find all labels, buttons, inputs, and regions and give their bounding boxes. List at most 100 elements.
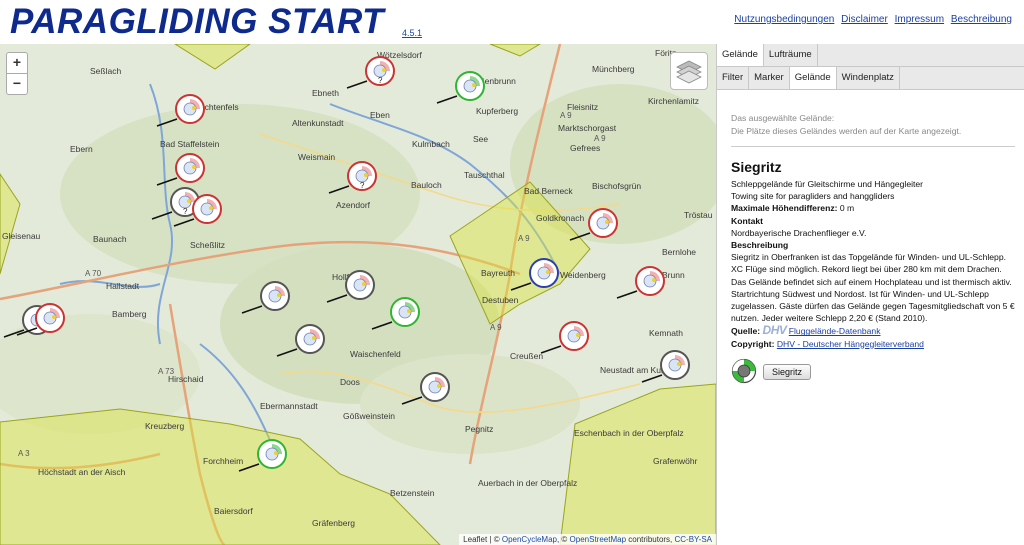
site-marker[interactable] [540, 321, 589, 354]
place-label: Bauloch [411, 180, 442, 190]
selection-hint: Das ausgewählte Gelände: Die Plätze dies… [731, 112, 1015, 138]
source-label: Quelle: [731, 326, 761, 337]
contact-label: Kontakt [731, 215, 763, 226]
place-label: See [473, 134, 488, 144]
place-label: Doos [340, 377, 360, 387]
sub-tabs: Filter Marker Gelände Windenplatz [717, 67, 1024, 90]
marker-dot [192, 106, 196, 110]
marker-dot [546, 270, 550, 274]
marker-dot [277, 293, 281, 297]
place-label: Creußen [510, 351, 543, 361]
place-label: Auerbach in der Oberpfalz [478, 478, 577, 488]
marker-dot [605, 220, 609, 224]
place-label: Ebern [70, 144, 93, 154]
marker-symbol: ? [183, 207, 188, 216]
site-details: Das ausgewählte Gelände: Die Plätze dies… [731, 112, 1015, 384]
marker-dot [362, 282, 366, 286]
height-row: Maximale Höhendifferenz: 0 m [731, 202, 1015, 214]
wind-line [641, 374, 663, 383]
tab-gelaende[interactable]: Gelände [717, 44, 764, 66]
tab-filter[interactable]: Filter [717, 67, 750, 89]
site-button[interactable]: Siegritz [763, 363, 812, 380]
marker-dot [437, 384, 441, 388]
place-label: Gräfenberg [312, 518, 355, 528]
copyright-row: Copyright: DHV - Deutscher Hängegleiterv… [731, 338, 1015, 350]
tab-luftraeume[interactable]: Lufträume [763, 44, 818, 66]
marker-dot [364, 173, 368, 177]
map-canvas[interactable]: FöritzWötzelsdorfSeßlachWeißenbrunnMünch… [0, 44, 716, 545]
place-label: Eschenbach in der Oberpfalz [574, 428, 684, 438]
site-description-en: Towing site for paragliders and hangglid… [731, 191, 895, 202]
site-windrose-icon [731, 358, 757, 383]
place-label: Weismain [298, 152, 335, 162]
road-label: A 73 [158, 367, 175, 376]
place-label: Seßlach [90, 66, 121, 76]
wind-line [436, 95, 458, 104]
disclaimer-link[interactable]: Disclaimer [841, 14, 888, 25]
layers-button[interactable] [670, 52, 708, 90]
openstreetmap-link[interactable]: OpenStreetMap [570, 535, 626, 544]
place-label: Marktschorgast [558, 123, 617, 133]
site-marker[interactable] [616, 266, 665, 299]
place-label: Tauschthal [464, 170, 505, 180]
place-label: Betzenstein [390, 488, 435, 498]
marker-dot [677, 362, 681, 366]
place-label: Tröstau [684, 210, 713, 220]
marker-symbol: ? [378, 76, 383, 85]
place-label: Eben [370, 110, 390, 120]
map[interactable]: Föritz Wötzelsdorf Seßlach Weißenbrunn Münch… [0, 44, 716, 545]
airspace-north [174, 44, 251, 70]
app-version-link[interactable]: 4.5.1 [402, 28, 422, 38]
tab-site[interactable]: Gelände [789, 67, 837, 89]
airspace-west [0, 173, 21, 275]
place-label: Kemnath [649, 328, 683, 338]
place-label: Ebneth [312, 88, 339, 98]
hint-title: Das ausgewählte Gelände: [731, 113, 835, 123]
zoom-in-button[interactable]: + [6, 52, 28, 74]
description-link[interactable]: Beschreibung [951, 14, 1012, 25]
imprint-link[interactable]: Impressum [895, 14, 944, 25]
opencyclemap-link[interactable]: OpenCycleMap [502, 535, 557, 544]
leaflet-link[interactable]: Leaflet [463, 535, 487, 544]
marker-dot [192, 165, 196, 169]
layers-icon [676, 60, 702, 84]
attribution-separator: , © [556, 535, 570, 544]
terrain [0, 84, 716, 454]
road-label: A 9 [490, 323, 502, 332]
place-label: Forchheim [203, 456, 243, 466]
place-label: Bischofsgrün [592, 181, 641, 191]
place-label: Hallstadt [106, 281, 140, 291]
site-marker[interactable]: ? [346, 56, 395, 89]
marker-dot [407, 309, 411, 313]
road-label: A 9 [594, 134, 606, 143]
marker-dot [576, 333, 580, 337]
marker-dot [274, 451, 278, 455]
license-link[interactable]: CC-BY-SA [675, 535, 713, 544]
place-label: Münchberg [592, 64, 635, 74]
marker-dot [312, 336, 316, 340]
marker-dot [652, 278, 656, 282]
header: PARAGLIDING START 4.5.1 Nutzungsbedingun… [0, 0, 1024, 44]
place-label: Azendorf [336, 200, 371, 210]
description-label: Beschreibung [731, 240, 789, 251]
zoom-out-button[interactable]: − [6, 73, 28, 95]
place-label: Waischenfeld [350, 349, 401, 359]
site-marker[interactable] [436, 71, 485, 104]
place-label: Brunn [662, 270, 685, 280]
height-value: 0 m [839, 203, 855, 214]
road-label: A 9 [518, 234, 530, 243]
place-label: Baiersdorf [214, 506, 253, 516]
attribution-separator: contributors, [626, 535, 675, 544]
tab-windenplatz[interactable]: Windenplatz [836, 67, 900, 89]
place-label: Fleisnitz [567, 102, 598, 112]
wind-line [346, 80, 368, 89]
attribution-separator: | © [487, 535, 502, 544]
terms-link[interactable]: Nutzungsbedingungen [734, 14, 834, 25]
place-label: Gößweinstein [343, 411, 395, 421]
tab-marker[interactable]: Marker [749, 67, 790, 89]
copyright-link[interactable]: DHV - Deutscher Hängegleiterverband [777, 339, 924, 349]
height-label: Maximale Höhendifferenz: [731, 203, 838, 214]
airspace-north-east [489, 44, 541, 57]
place-label: Pegnitz [465, 424, 493, 434]
source-link[interactable]: Fluggelände-Datenbank [789, 326, 881, 336]
